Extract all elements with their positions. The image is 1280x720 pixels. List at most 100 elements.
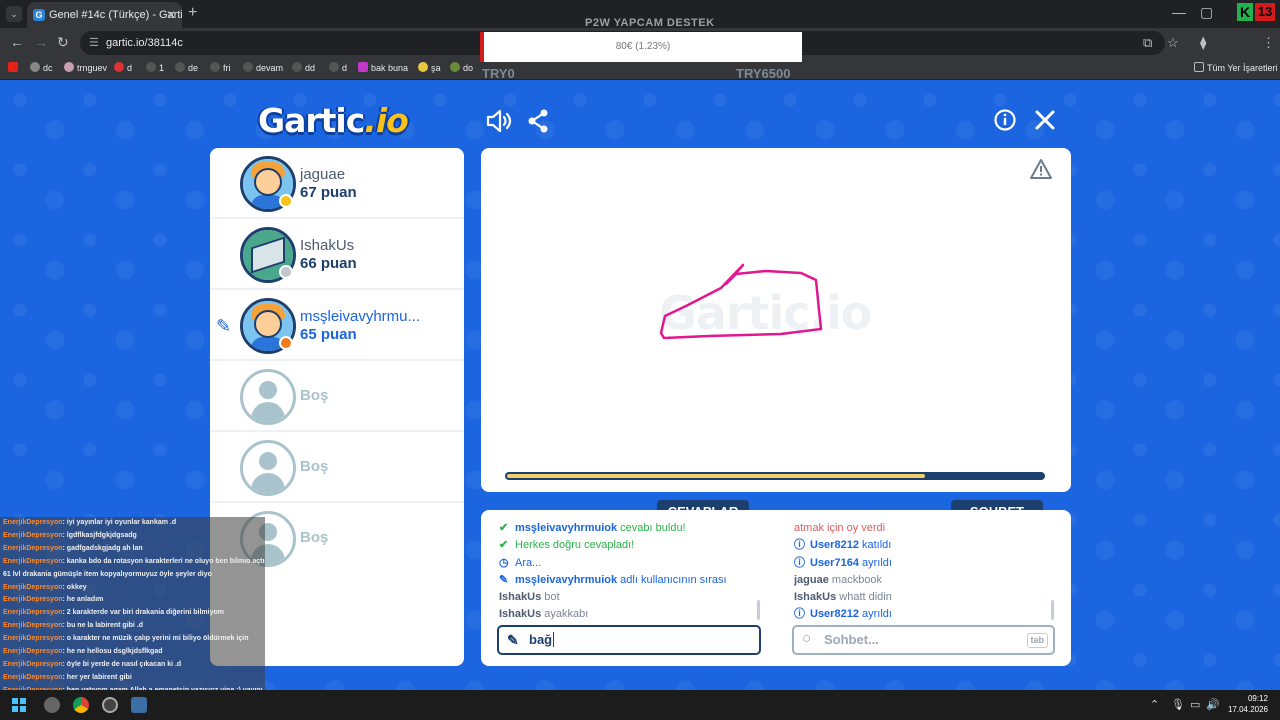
empty-avatar-icon (240, 440, 296, 496)
stream-chat-text: : he anladım (62, 596, 104, 604)
info-icon[interactable] (994, 109, 1016, 136)
stream-chat-user: EnerjikDepresyon (3, 660, 63, 668)
new-tab-button[interactable]: + (188, 4, 197, 22)
tab-search-button[interactable]: ⌄ (6, 6, 22, 22)
stream-chat-user: EnerjikDepresyon (3, 531, 63, 539)
donation-min-label: TRY0 (482, 66, 515, 81)
site-info-icon[interactable]: ☰ (89, 31, 99, 55)
message-text: atmak için oy verdi (794, 522, 886, 534)
display-icon[interactable]: ▭ (1190, 698, 1200, 711)
bookmark-item[interactable]: dc (30, 62, 53, 73)
gartic-logo[interactable]: Gartic.io (258, 101, 409, 140)
stream-chat-text: : bu ne la labirent gibi .d (62, 622, 144, 630)
message-username[interactable]: IshakUs (794, 591, 836, 603)
stream-chat-text: : iyi yayınlar iyi oyunlar kankam .d (62, 519, 177, 526)
answer-message: ✎ msşleivavyhrmuiok adlı kullanıcının sır… (499, 572, 761, 589)
message-text: ayakkabı (541, 608, 589, 621)
all-bookmarks-button[interactable]: Tüm Yer İşaretleri (1194, 62, 1278, 73)
bookmark-item[interactable]: dd (292, 62, 315, 73)
minimize-icon[interactable]: — (1172, 4, 1186, 20)
bookmark-item[interactable]: do (450, 62, 473, 73)
bookmark-item[interactable]: şa (418, 62, 441, 73)
bookmark-item[interactable]: d (329, 62, 347, 73)
forward-icon[interactable]: → (34, 34, 48, 50)
message-username[interactable]: msşleivavyhrmuiok (515, 574, 617, 586)
player-row[interactable]: jaguae 67 puan (210, 148, 464, 219)
stream-chat-text: 61 lvl drakania gümüşle item kopyalıyorm… (3, 570, 212, 578)
stream-chat-line: EnerjikDepresyon: gadfgadskgjadg ah lan (0, 543, 265, 556)
windows-start-icon[interactable] (12, 698, 26, 712)
answer-input[interactable]: ✎ bağ (497, 625, 761, 655)
bookmark-item[interactable]: bak buna (358, 62, 408, 73)
bookmark-youtube-icon[interactable] (8, 62, 21, 73)
tray-chevron-icon[interactable]: ⌃ (1150, 698, 1159, 711)
message-username[interactable]: IshakUs (499, 591, 541, 603)
message-username[interactable]: msşleivavyhrmuiok (515, 522, 617, 534)
message-text: ayrıldı (858, 556, 892, 569)
chat-message: ⓘ User8212 ayrıldı (794, 606, 1052, 623)
stream-chat-line: EnerjikDepresyon: kanka bdo da rotasyon … (0, 556, 265, 569)
bookmark-item[interactable]: de (175, 62, 198, 73)
stream-chat-text: : lgdflkasjfdgkjdgsadg (62, 531, 137, 539)
player-row[interactable]: ✎ msşleivavyhrmu... 65 puan (210, 290, 464, 361)
drawing-strokes (659, 263, 823, 340)
chat-scrollbar[interactable] (1051, 600, 1054, 620)
empty-player-slot: Boş (210, 432, 464, 503)
stream-chat-line: EnerjikDepresyon: okkey (0, 582, 265, 595)
player-name: msşleivavyhrmu... (300, 308, 421, 325)
steam-taskbar-icon[interactable] (131, 697, 147, 713)
empty-slot-label: Boş (300, 529, 329, 546)
chat-message: jaguae mackbook (794, 572, 1052, 589)
close-icon[interactable] (1034, 109, 1056, 136)
bookmark-item[interactable]: devam (243, 62, 283, 73)
bookmark-item[interactable]: fri (210, 62, 231, 73)
url-text: gartic.io/38114c (106, 37, 183, 49)
stream-chat-user: EnerjikDepresyon (3, 583, 63, 591)
bookmark-item[interactable]: trnguev (64, 62, 107, 73)
message-text: ayrıldı (858, 608, 892, 621)
extensions-icon[interactable]: ⧫ (1200, 35, 1206, 51)
share-icon[interactable] (527, 109, 549, 138)
chrome-taskbar-icon[interactable] (73, 697, 89, 713)
stream-badge-count: 13 (1255, 3, 1275, 21)
message-text: Herkes doğru cevapladı! (515, 539, 635, 552)
player-score: 67 puan (300, 184, 357, 201)
maximize-icon[interactable]: ▢ (1200, 4, 1213, 21)
stream-chat-user: EnerjikDepresyon (3, 673, 63, 681)
message-username[interactable]: jaguae (794, 574, 829, 586)
clock-time: 09:12 (1247, 694, 1268, 703)
bookmark-item[interactable]: d (114, 62, 132, 73)
player-row[interactable]: IshakUs 66 puan (210, 219, 464, 290)
taskbar-clock[interactable]: 09:12 17.04.2026 (1228, 693, 1268, 715)
answer-input-value: bağ (529, 632, 553, 647)
back-icon[interactable]: ← (10, 34, 24, 50)
volume-icon[interactable]: 🔊 (1206, 698, 1220, 711)
stream-chat-text: : 2 karakterde var biri drakania diğerin… (62, 609, 224, 617)
stream-chat-line: EnerjikDepresyon: iyi yayınlar iyi oyunl… (0, 517, 265, 530)
stream-chat-line: EnerjikDepresyon: he ne hellosu dsglkjds… (0, 646, 265, 659)
reload-icon[interactable]: ↻ (57, 34, 69, 51)
search-taskbar-icon[interactable] (44, 697, 60, 713)
chat-input[interactable]: ○ Sohbet... tab (792, 625, 1055, 655)
bookmark-item[interactable]: 1 (146, 62, 164, 73)
answers-scrollbar[interactable] (757, 600, 760, 620)
message-username[interactable]: User8212 (810, 608, 859, 620)
install-app-icon[interactable]: ⧉ (1143, 35, 1152, 51)
sound-icon[interactable] (486, 109, 512, 138)
empty-slot-label: Boş (300, 458, 329, 475)
message-username[interactable]: IshakUs (499, 608, 541, 620)
microphone-icon[interactable]: 🎙 (1171, 698, 1185, 711)
menu-icon[interactable]: ⋮ (1262, 35, 1275, 51)
report-warning-icon[interactable] (1029, 158, 1053, 185)
answer-message: IshakUs ayakkabı (499, 606, 761, 623)
browser-tab[interactable]: G Genel #14c (Türkçe) - Gartic.io ✕ (27, 2, 182, 28)
bookmark-star-icon[interactable]: ☆ (1167, 35, 1179, 51)
chat-message: ⓘ User8212 katıldı (794, 537, 1052, 554)
message-username[interactable]: User8212 (810, 539, 859, 551)
tab-close-icon[interactable]: ✕ (166, 2, 176, 28)
stream-chat-line: EnerjikDepresyon: he anladım (0, 594, 265, 607)
obs-taskbar-icon[interactable] (102, 697, 118, 713)
message-username[interactable]: User7164 (810, 557, 859, 569)
drawing-canvas[interactable]: Gartic.io (481, 148, 1071, 492)
message-text: Ara... (515, 556, 542, 569)
